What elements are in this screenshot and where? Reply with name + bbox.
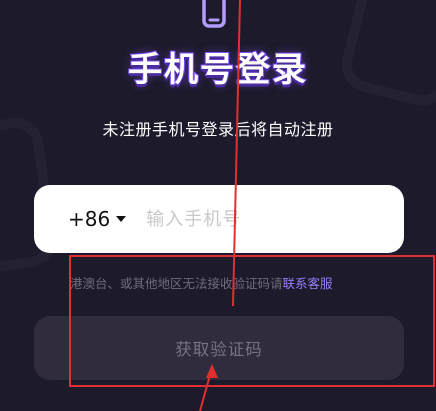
country-code-label: +86	[68, 207, 111, 231]
phone-icon	[202, 0, 226, 28]
contact-support-link[interactable]: 联系客服	[283, 276, 333, 291]
phone-input-container: +86	[34, 185, 404, 253]
country-code-selector[interactable]: +86	[68, 207, 127, 231]
caret-down-icon	[116, 216, 127, 222]
phone-number-input[interactable]	[144, 207, 404, 231]
region-hint-text: 港澳台、或其他地区无法接收验证码请	[70, 276, 283, 291]
page-title: 手机号登录	[127, 49, 308, 91]
get-verification-code-button[interactable]: 获取验证码	[34, 316, 404, 380]
region-hint: 港澳台、或其他地区无法接收验证码请联系客服	[70, 273, 333, 292]
page-subtitle: 未注册手机号登录后将自动注册	[102, 120, 334, 139]
